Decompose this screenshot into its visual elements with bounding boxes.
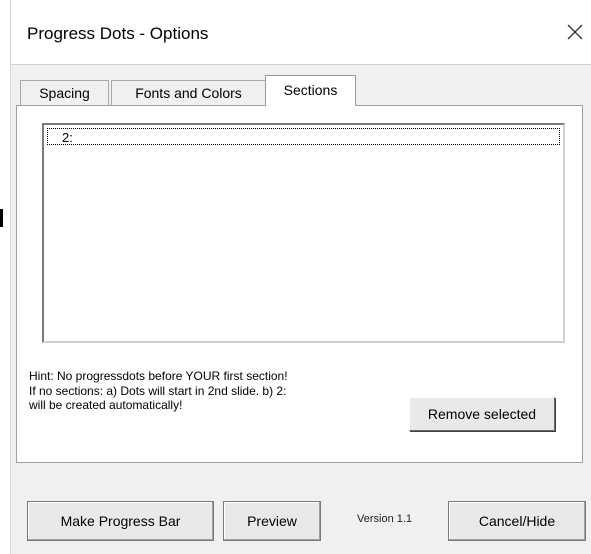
remove-selected-button[interactable]: Remove selected — [409, 397, 555, 431]
cancel-hide-button[interactable]: Cancel/Hide — [448, 501, 586, 541]
sections-listbox[interactable]: 2: — [42, 123, 565, 343]
list-item[interactable]: 2: — [47, 128, 560, 145]
tab-fonts-and-colors[interactable]: Fonts and Colors — [111, 80, 266, 106]
tab-spacing[interactable]: Spacing — [20, 80, 109, 106]
tab-fonts-and-colors-label: Fonts and Colors — [135, 85, 242, 101]
hint-line-3: will be created automatically! — [29, 398, 183, 412]
close-button[interactable] — [558, 12, 591, 52]
hint-line-2: If no sections: a) Dots will start in 2n… — [29, 383, 287, 398]
preview-button[interactable]: Preview — [223, 501, 321, 541]
background-window-edge — [0, 209, 3, 227]
hint-text: Hint: No progressdots before YOUR first … — [29, 369, 288, 413]
title-separator — [11, 64, 591, 65]
hint-line-1: Hint: No progressdots before YOUR first … — [29, 369, 288, 383]
tab-spacing-label: Spacing — [39, 85, 90, 101]
tab-sections[interactable]: Sections — [265, 75, 356, 106]
close-icon — [567, 24, 583, 40]
window-title: Progress Dots - Options — [27, 24, 209, 43]
tab-sections-label: Sections — [283, 82, 338, 98]
list-item-label: 2: — [62, 130, 73, 145]
version-label: Version 1.1 — [357, 513, 413, 525]
make-progress-bar-button[interactable]: Make Progress Bar — [27, 501, 214, 541]
options-dialog: Progress Dots - Options Spacing Fonts an… — [10, 0, 591, 554]
title-bar: Progress Dots - Options — [11, 0, 591, 64]
